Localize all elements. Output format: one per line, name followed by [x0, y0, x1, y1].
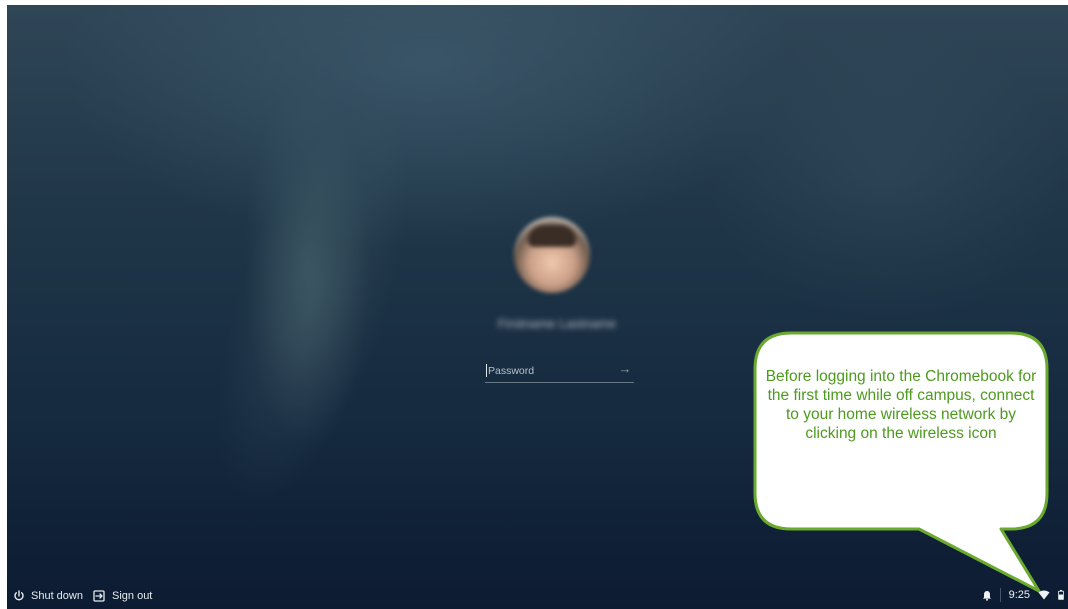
password-input[interactable] [488, 362, 608, 380]
chromeos-login-screen: Firstname Lastname → Before logging into… [7, 5, 1068, 609]
notification-bell-icon[interactable] [982, 590, 992, 601]
shutdown-label: Shut down [31, 590, 83, 602]
login-shelf: Shut down Sign out 9:25 [7, 581, 1068, 609]
signout-button[interactable]: Sign out [93, 588, 152, 604]
arrow-right-icon[interactable]: → [618, 362, 632, 376]
text-caret [486, 364, 487, 377]
password-row: → [485, 360, 634, 383]
status-tray[interactable]: 9:25 [982, 587, 1068, 603]
signout-label: Sign out [112, 590, 153, 602]
shutdown-button[interactable]: Shut down [13, 588, 83, 604]
sign-out-icon [93, 590, 106, 602]
tray-divider [999, 588, 1001, 602]
wallpaper-streak [175, 82, 449, 528]
avatar-hair [528, 225, 576, 247]
user-name: Firstname Lastname [497, 316, 617, 331]
user-avatar[interactable] [514, 217, 590, 293]
power-icon [13, 590, 25, 602]
wallpaper-glow [707, 25, 1067, 325]
clock-time[interactable]: 9:25 [1009, 589, 1030, 601]
battery-icon [1058, 590, 1064, 600]
instruction-callout: Before logging into the Chromebook for t… [751, 329, 1051, 609]
wifi-icon[interactable] [1038, 590, 1050, 600]
callout-text: Before logging into the Chromebook for t… [765, 368, 1037, 442]
